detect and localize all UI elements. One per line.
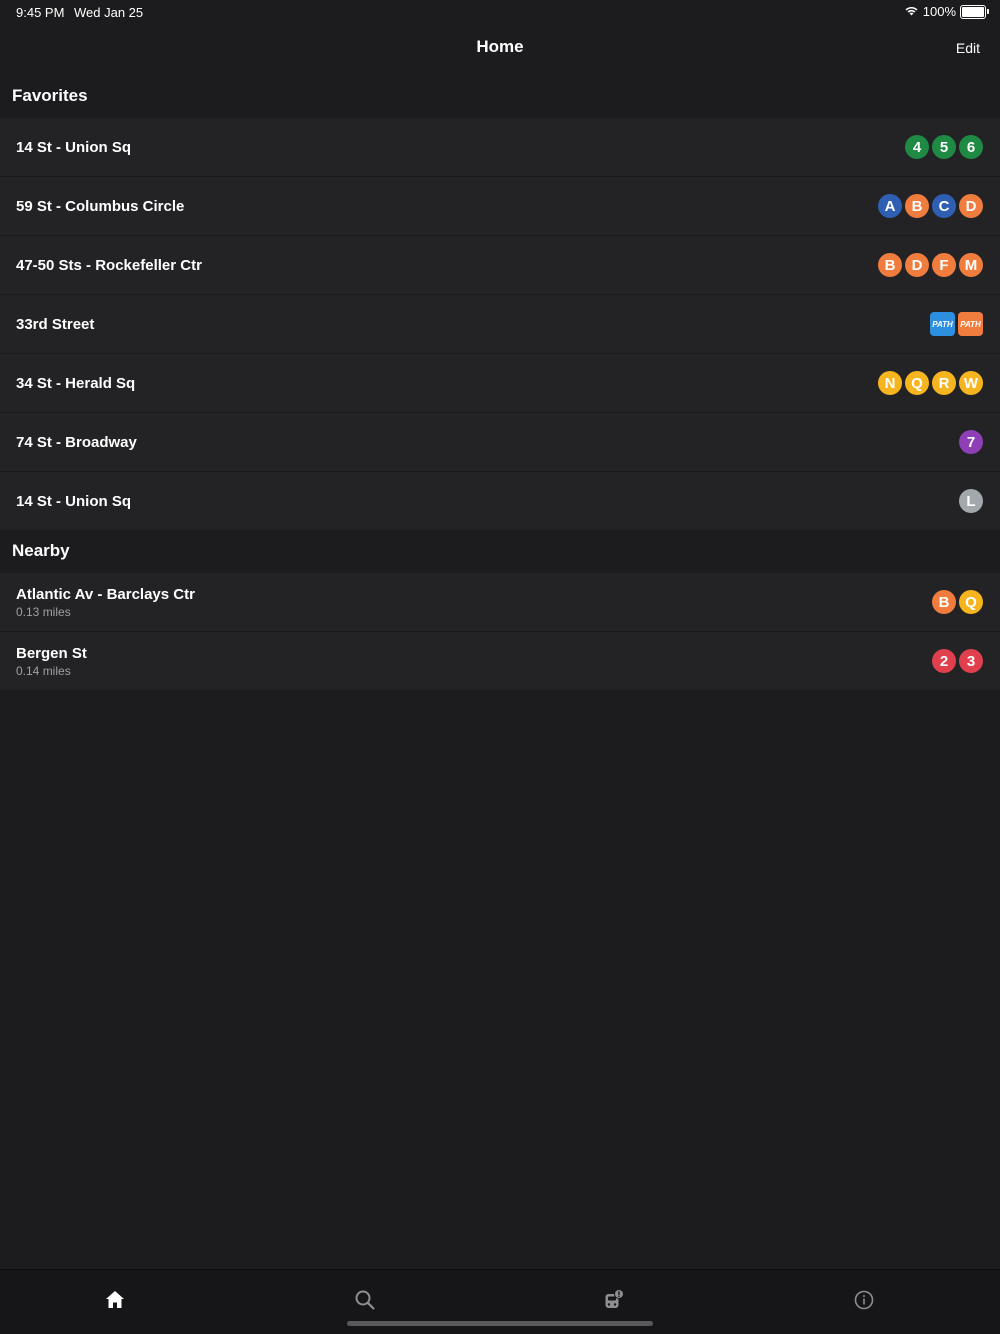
service-alert-icon xyxy=(605,1289,624,1308)
tab-info[interactable] xyxy=(852,1288,876,1312)
line-bullet-r: R xyxy=(932,371,956,395)
favorite-station-row[interactable]: 47-50 Sts - Rockefeller Ctr B D F M xyxy=(0,236,1000,295)
line-bullet-q: Q xyxy=(905,371,929,395)
line-bullet-5: 5 xyxy=(932,135,956,159)
line-bullet-7: 7 xyxy=(959,430,983,454)
line-bullet-l: L xyxy=(959,489,983,513)
tab-home[interactable] xyxy=(103,1288,127,1312)
battery-icon xyxy=(960,4,989,19)
line-bullet-n: N xyxy=(878,371,902,395)
info-icon xyxy=(854,1290,874,1310)
station-name: Atlantic Av - Barclays Ctr xyxy=(16,585,195,603)
home-indicator xyxy=(347,1321,653,1326)
line-bullets: 23 xyxy=(932,649,983,673)
home-icon xyxy=(106,1291,124,1308)
station-distance: 0.14 miles xyxy=(16,663,71,678)
favorite-station-row[interactable]: 14 St - Union Sq L xyxy=(0,472,1000,531)
line-bullet-b: B xyxy=(932,590,956,614)
line-bullet-4: 4 xyxy=(905,135,929,159)
favorites-list: 14 St - Union Sq 4 5 6 59 St - Columbus Circ… xyxy=(0,118,1000,531)
favorite-station-row[interactable]: 33rd Street PATH PATH xyxy=(0,295,1000,354)
line-bullets: BDFM xyxy=(878,253,983,277)
station-name: 33rd Street xyxy=(16,315,95,333)
favorite-station-row[interactable]: 74 St - Broadway 7 xyxy=(0,413,1000,472)
line-bullet-b: B xyxy=(905,194,929,218)
station-text: Atlantic Av - Barclays Ctr 0.13 miles xyxy=(16,586,932,619)
navigation-bar: Home Edit xyxy=(0,24,1000,72)
battery-percent: 100% xyxy=(922,4,956,19)
tab-service-alerts[interactable] xyxy=(602,1288,626,1312)
tab-bar xyxy=(0,1269,1000,1334)
line-bullets: BQ xyxy=(932,590,983,614)
line-bullet-w: W xyxy=(959,371,983,395)
line-bullet-c: C xyxy=(932,194,956,218)
line-bullets: ABCD xyxy=(878,194,983,218)
line-bullets: PATH PATH xyxy=(930,312,983,336)
station-name: 47-50 Sts - Rockefeller Ctr xyxy=(16,256,202,274)
station-name: 14 St - Union Sq xyxy=(16,138,132,156)
line-bullets: NQRW xyxy=(878,371,983,395)
nearby-list: Atlantic Av - Barclays Ctr 0.13 miles B Q Be… xyxy=(0,573,1000,691)
path-line-badge: PATH xyxy=(958,312,983,336)
station-name: 59 St - Columbus Circle xyxy=(16,197,185,215)
edit-button[interactable]: Edit xyxy=(956,40,980,56)
line-bullets: 456 xyxy=(905,135,983,159)
nearby-station-row[interactable]: Bergen St 0.14 miles 2 3 xyxy=(0,632,1000,691)
line-bullets: 7 xyxy=(959,430,983,454)
line-bullets: L xyxy=(959,489,983,513)
line-bullet-2: 2 xyxy=(932,649,956,673)
status-time: 9:45 PM xyxy=(16,5,65,20)
page-title: Home xyxy=(476,37,524,56)
station-name: 34 St - Herald Sq xyxy=(16,374,136,392)
status-bar: 9:45 PM Wed Jan 25 100% xyxy=(0,0,1000,24)
line-bullet-b: B xyxy=(878,253,902,277)
home-screen: 9:45 PM Wed Jan 25 100% Home Edit Favori… xyxy=(0,0,1000,1334)
line-bullet-d: D xyxy=(905,253,929,277)
line-bullet-d: D xyxy=(959,194,983,218)
station-text: Bergen St 0.14 miles xyxy=(16,645,932,678)
station-distance: 0.13 miles xyxy=(16,604,71,619)
search-icon xyxy=(355,1290,375,1310)
favorite-station-row[interactable]: 14 St - Union Sq 4 5 6 xyxy=(0,118,1000,177)
line-bullet-6: 6 xyxy=(959,135,983,159)
favorite-station-row[interactable]: 34 St - Herald Sq N Q R W xyxy=(0,354,1000,413)
line-bullet-f: F xyxy=(932,253,956,277)
line-bullet-a: A xyxy=(878,194,902,218)
station-name: 74 St - Broadway xyxy=(16,433,137,451)
status-date: Wed Jan 25 xyxy=(74,5,144,20)
nearby-station-row[interactable]: Atlantic Av - Barclays Ctr 0.13 miles B Q xyxy=(0,573,1000,632)
wifi-icon xyxy=(904,4,919,19)
status-right: 100% xyxy=(904,4,989,19)
line-bullet-q: Q xyxy=(959,590,983,614)
station-name: 14 St - Union Sq xyxy=(16,492,132,510)
favorites-header: Favorites xyxy=(12,86,88,105)
station-name: Bergen St xyxy=(16,644,87,662)
path-line-badge: PATH xyxy=(930,312,955,336)
tab-search[interactable] xyxy=(353,1288,377,1312)
line-bullet-m: M xyxy=(959,253,983,277)
favorite-station-row[interactable]: 59 St - Columbus Circle A B C D xyxy=(0,177,1000,236)
line-bullet-3: 3 xyxy=(959,649,983,673)
nearby-header: Nearby xyxy=(12,541,70,560)
